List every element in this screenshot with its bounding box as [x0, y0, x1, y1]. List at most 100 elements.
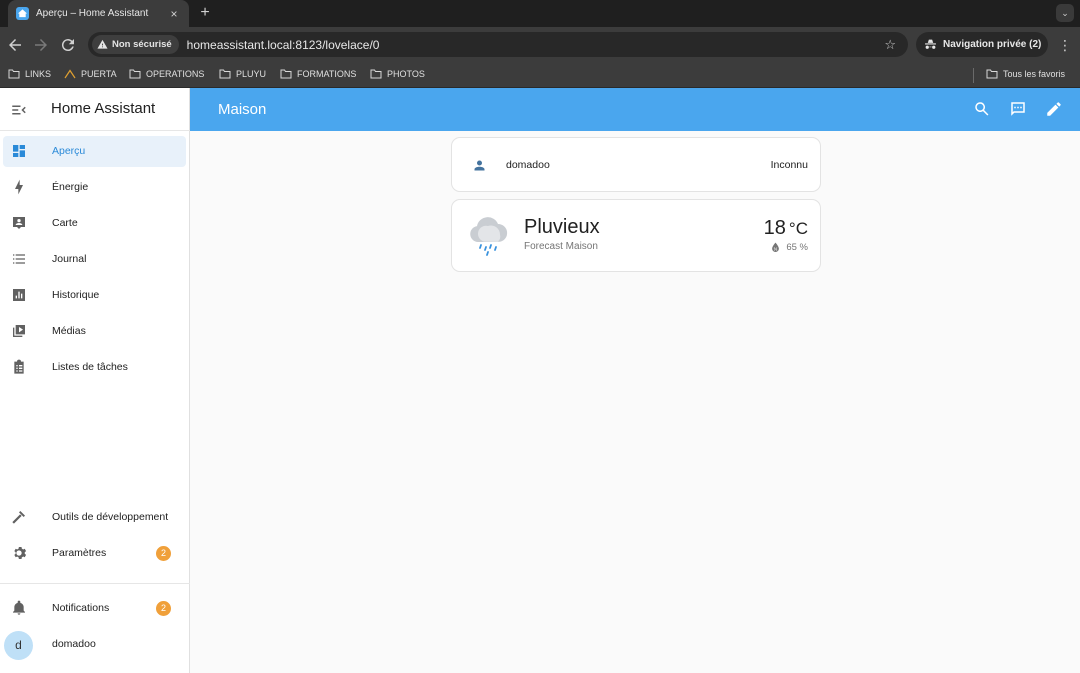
back-arrow-icon[interactable] [6, 36, 24, 54]
bell-icon [11, 600, 27, 616]
bookmark-label: Tous les favoris [1003, 69, 1066, 79]
browser-toolbar: Non sécurisé homeassistant.local:8123/lo… [0, 27, 1080, 63]
bookmark-star-icon[interactable]: ☆ [884, 37, 896, 53]
warning-icon [97, 39, 108, 49]
bookmarks-divider [973, 68, 974, 83]
bookmark-folder[interactable]: PLUYU [219, 69, 266, 79]
bookmark-folder[interactable]: OPERATIONS [129, 69, 204, 79]
gear-icon [11, 545, 27, 561]
security-label: Non sécurisé [112, 39, 172, 50]
page-title: Maison [218, 101, 267, 118]
sidebar-item-label: Historique [52, 289, 100, 301]
bookmark-label: PLUYU [236, 69, 267, 79]
dashboard-icon [11, 143, 27, 159]
bookmark-folder[interactable]: PHOTOS [370, 69, 425, 79]
user-name: domadoo [52, 638, 96, 650]
folder-icon [8, 69, 20, 79]
weather-temperature: 18 °C [764, 217, 808, 240]
sidebar-item-label: Outils de développement [52, 511, 169, 523]
sidebar-item-label: Médias [52, 325, 86, 337]
sidebar-item-energie[interactable]: Énergie [3, 172, 186, 203]
bookmark-label: PHOTOS [387, 69, 425, 79]
sidebar-item-parametres[interactable]: Paramètres 2 [3, 538, 186, 569]
sidebar-item-outils-de-developpement[interactable]: Outils de développement [3, 502, 186, 533]
security-chip[interactable]: Non sécurisé [92, 35, 179, 54]
account-icon [472, 158, 487, 178]
humidity-value: 65 % [786, 242, 808, 253]
tab-title: Aperçu – Home Assistant [36, 8, 149, 19]
app-header: Maison [190, 88, 1080, 131]
forward-arrow-icon[interactable] [32, 36, 50, 54]
bookmark-label: LINKS [25, 69, 52, 79]
sidebar-item-apercu[interactable]: Aperçu [3, 136, 186, 167]
sidebar-item-user[interactable]: domadoo [40, 629, 186, 660]
person-name: domadoo [506, 159, 550, 171]
bookmark-folder[interactable]: LINKS [8, 69, 51, 79]
folder-icon [219, 69, 231, 79]
clipboard-list-icon [11, 359, 27, 375]
menu-open-icon[interactable] [10, 101, 28, 119]
sidebar-item-label: Paramètres [52, 547, 107, 559]
sidebar-title: Home Assistant [51, 100, 156, 117]
sidebar-item-label: Notifications [52, 602, 110, 614]
weather-forecast-card[interactable]: Pluvieux Forecast Maison 18 °C 65 % [451, 199, 821, 272]
weather-humidity: 65 % [771, 242, 808, 253]
chart-box-icon [11, 287, 27, 303]
private-browsing-chip[interactable]: Navigation privée (2) [916, 32, 1048, 57]
list-icon [11, 251, 27, 267]
bookmark-label: OPERATIONS [146, 69, 205, 79]
puerta-favicon-icon [64, 69, 76, 79]
sidebar-item-listes-de-taches[interactable]: Listes de tâches [3, 352, 186, 383]
play-box-multiple-icon [11, 323, 27, 339]
sidebar-item-label: Journal [52, 253, 87, 265]
pencil-icon[interactable] [1045, 100, 1063, 118]
sidebar-item-label: Carte [52, 217, 78, 229]
sidebar-item-notifications[interactable]: Notifications 2 [3, 593, 186, 624]
sidebar-item-label: Listes de tâches [52, 361, 128, 373]
reload-icon[interactable] [59, 36, 77, 54]
tab-close-icon[interactable]: × [167, 7, 181, 21]
sidebar: Home Assistant Aperçu Énergie Carte Jour… [0, 88, 190, 673]
assist-icon[interactable] [1009, 100, 1027, 118]
weather-entity-name: Forecast Maison [524, 241, 598, 252]
weather-state: Pluvieux [524, 216, 600, 238]
folder-icon [370, 69, 382, 79]
all-bookmarks-folder[interactable]: Tous les favoris [986, 69, 1065, 79]
sidebar-divider [0, 583, 190, 584]
sidebar-item-label: Énergie [52, 181, 89, 193]
sidebar-header: Home Assistant [0, 88, 190, 131]
weather-rainy-icon [466, 214, 510, 263]
tab-search-chevron-icon[interactable]: ⌄ [1056, 4, 1074, 22]
browser-tab[interactable]: Aperçu – Home Assistant × [8, 0, 189, 27]
settings-badge: 2 [156, 546, 171, 561]
bookmark-label: PUERTA [81, 69, 117, 79]
bookmark-link[interactable]: PUERTA [64, 69, 117, 79]
bookmark-folder[interactable]: FORMATIONS [280, 69, 356, 79]
browser-tab-bar: Aperçu – Home Assistant × + ⌄ [0, 0, 1080, 27]
temperature-value: 18 [763, 217, 786, 239]
search-icon[interactable] [973, 100, 991, 118]
notifications-badge: 2 [156, 601, 171, 616]
folder-icon [280, 69, 292, 79]
sidebar-item-label: Aperçu [52, 145, 86, 157]
incognito-icon [925, 39, 936, 49]
sidebar-item-journal[interactable]: Journal [3, 244, 186, 275]
sidebar-item-carte[interactable]: Carte [3, 208, 186, 239]
new-tab-button[interactable]: + [196, 4, 214, 22]
water-percent-icon [772, 242, 780, 252]
url-text[interactable]: homeassistant.local:8123/lovelace/0 [187, 38, 380, 52]
address-bar[interactable]: Non sécurisé homeassistant.local:8123/lo… [88, 32, 908, 57]
sidebar-item-historique[interactable]: Historique [3, 280, 186, 311]
browser-menu-icon[interactable]: ⋮ [1058, 36, 1072, 54]
avatar[interactable]: d [4, 631, 33, 660]
home-assistant-favicon-icon [16, 7, 29, 20]
lightning-bolt-icon [11, 179, 27, 195]
hammer-icon [11, 509, 27, 525]
private-label: Navigation privée (2) [943, 39, 1042, 50]
sidebar-item-medias[interactable]: Médias [3, 316, 186, 347]
bookmarks-bar: LINKS PUERTA OPERATIONS PLUYU FORMATIONS… [0, 63, 1080, 88]
map-account-icon [11, 215, 27, 231]
person-entity-card[interactable]: domadoo Inconnu [451, 137, 821, 192]
folder-icon [986, 69, 998, 79]
person-state: Inconnu [770, 159, 808, 171]
